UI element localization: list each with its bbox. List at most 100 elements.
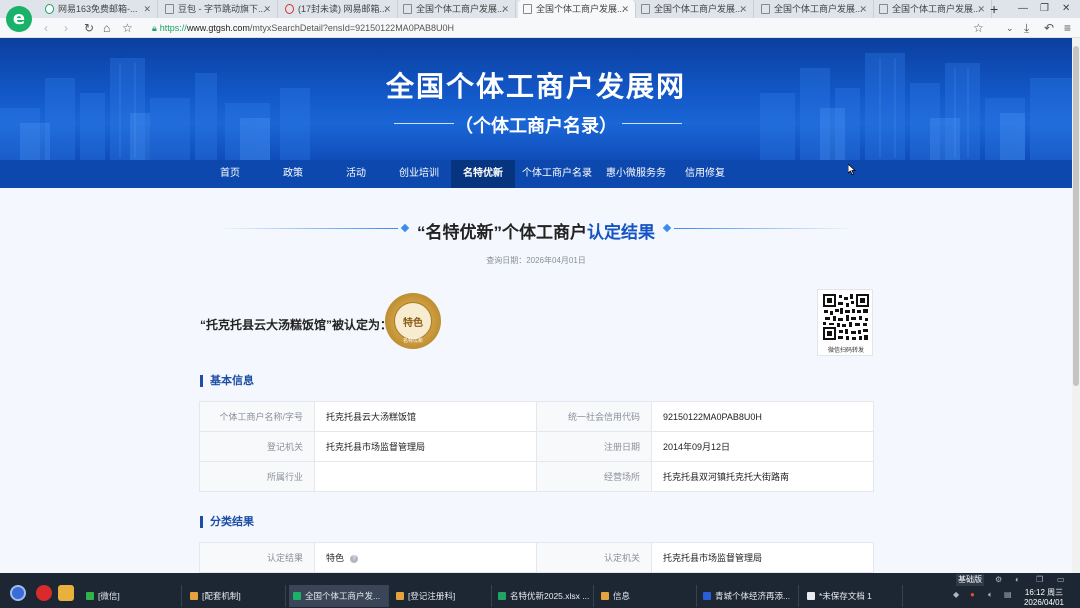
tray-app-icon[interactable]: ● (970, 590, 975, 599)
field-value-text: 托克托县双河镇托克托大街路南 (663, 472, 790, 482)
back-icon[interactable]: ‹ (44, 20, 48, 36)
download-icon[interactable]: ⤓ (1024, 20, 1029, 36)
taskbar-app-icon (396, 592, 404, 600)
tab-favicon-icon (165, 4, 174, 14)
taskbar-item[interactable]: 名特优新2025.xlsx ... (494, 585, 594, 607)
tray-network-icon[interactable]: ▤ (1004, 590, 1012, 599)
taskbar-item[interactable]: 全国个体工商户发... (289, 585, 389, 607)
new-tab-button[interactable]: + (990, 0, 998, 18)
browser-tab[interactable]: 全国个体工商户发展... ✕ (398, 0, 516, 18)
tray-window-icon[interactable]: ❐ (1036, 575, 1043, 584)
qr-code-icon (822, 293, 870, 341)
taskbar-item[interactable]: 信息 (597, 585, 697, 607)
browser-tab[interactable]: 网易163免费邮箱-... ✕ (40, 0, 158, 18)
taskbar-item[interactable]: *未保存文档 1 (803, 585, 903, 607)
scroll-thumb[interactable] (1073, 46, 1079, 386)
undo-icon[interactable]: ↶ (1044, 20, 1054, 36)
nav-item[interactable]: 名特优新 (451, 160, 515, 188)
url-path: /mtyxSearchDetail?ensId=92150122MA0PAB8U… (249, 23, 455, 33)
url-field[interactable]: 🔒︎ https://www.gtgsh.com/mtyxSearchDetail… (152, 21, 972, 36)
clock[interactable]: 16:12 周三 2026/04/01 (1018, 588, 1070, 608)
tray-display-icon[interactable]: ▭ (1057, 575, 1065, 584)
tab-close-icon[interactable]: ✕ (501, 0, 509, 18)
tab-favicon-icon (641, 4, 650, 14)
help-icon[interactable]: ? (350, 554, 359, 563)
classification-table: 认定结果 特色? 认定机关 托克托县市场监督管理局 (199, 542, 874, 573)
field-label: 认定机关 (536, 542, 652, 573)
tray-sync-icon[interactable]: ◐ (1015, 575, 1020, 584)
tray-shield-icon[interactable]: ◆ (953, 590, 959, 599)
tab-close-icon[interactable]: ✕ (977, 0, 985, 18)
nav-item[interactable]: 个体工商户名录 (519, 160, 595, 188)
tab-label: 全国个体工商户发展... (654, 4, 743, 14)
browser-tab[interactable]: 全国个体工商户发展... ✕ (756, 0, 874, 18)
minimize-window-icon[interactable]: — (1018, 0, 1028, 18)
browser-tab[interactable]: 全国个体工商户发展... ✕ (518, 0, 636, 18)
field-value: 特色? (314, 542, 537, 573)
tab-label: 全国个体工商户发展... (416, 4, 505, 14)
url-host: www.gtgsh.com (186, 23, 250, 33)
taskbar-item[interactable]: [登记注册科] (392, 585, 492, 607)
refresh-icon[interactable]: ↻ (84, 20, 94, 36)
field-label: 经营场所 (536, 461, 652, 492)
taskbar-item[interactable]: 青城个体经济再添... (699, 585, 799, 607)
browser-tab[interactable]: (17封未读) 网易邮箱... ✕ (280, 0, 398, 18)
page-scrollbar[interactable] (1072, 38, 1080, 573)
forward-icon[interactable]: › (64, 20, 68, 36)
ime-mode-label[interactable]: 基础版 (956, 574, 984, 586)
tray-settings-icon[interactable]: ⚙ (995, 575, 1002, 584)
certified-statement: “托克托县云大汤糕饭馆”被认定为： (200, 318, 393, 332)
taskbar-item-label: *未保存文档 1 (819, 591, 872, 601)
nav-item[interactable]: 信用修复 (673, 160, 737, 188)
mouse-cursor-icon (848, 164, 856, 175)
address-bar: ‹ › ↻ ⌂ ☆ 🔒︎ https://www.gtgsh.com/mtyxSe… (0, 18, 1080, 38)
secure-lock-icon: 🔒︎ (152, 23, 157, 33)
result-heading: “名特优新”个体工商户认定结果 (0, 218, 1072, 243)
basic-info-table: 个体工商户名称/字号 托克托县云大汤糕饭馆 统一社会信用代码 92150122MA0P… (199, 401, 874, 492)
restore-window-icon[interactable]: ❐ (1040, 0, 1049, 18)
tray-volume-icon[interactable]: 🔈︎ (988, 590, 993, 600)
favorite-star-icon[interactable]: ☆ (973, 20, 984, 36)
app-launcher-icon[interactable] (36, 585, 52, 601)
tab-close-icon[interactable]: ✕ (859, 0, 867, 18)
tab-favicon-icon (879, 4, 888, 14)
basic-info-title: 基本信息 (200, 375, 254, 387)
qr-caption: 微信扫码转发 (827, 348, 864, 354)
browser-tab[interactable]: 全国个体工商户发展... ✕ (636, 0, 754, 18)
field-value-text: 特色 (326, 553, 345, 563)
browser-tab[interactable]: 豆包 - 字节跳动旗下... ✕ (160, 0, 278, 18)
nav-item[interactable]: 惠小微服务务 (599, 160, 673, 188)
tab-close-icon[interactable]: ✕ (739, 0, 747, 18)
tab-label: (17封未读) 网易邮箱... (298, 4, 388, 14)
taskbar-item-label: 名特优新2025.xlsx ... (510, 591, 590, 601)
result-heading-prefix: “名特优新”个体工商户 (417, 223, 587, 242)
tab-close-icon[interactable]: ✕ (621, 0, 629, 18)
bookmark-star-icon[interactable]: ☆ (122, 20, 133, 36)
tab-favicon-icon (403, 4, 412, 14)
close-window-icon[interactable]: ✕ (1062, 0, 1070, 18)
taskbar-item-label: [登记注册科] (408, 591, 456, 601)
start-button-icon[interactable] (10, 585, 26, 601)
field-value-text: 托克托县云大汤糕饭馆 (326, 412, 417, 422)
taskbar-app-icon (293, 592, 301, 600)
nav-item[interactable]: 创业培训 (382, 160, 456, 188)
tab-favicon-icon (45, 4, 54, 14)
field-label: 所属行业 (199, 461, 315, 492)
taskbar-item[interactable]: [微信] (82, 585, 182, 607)
badge-ring-text: 名特优新 (402, 338, 423, 344)
tab-close-icon[interactable]: ✕ (143, 0, 151, 18)
field-value-text: 托克托县市场监督管理局 (663, 553, 763, 563)
tab-label: 网易163免费邮箱-... (58, 4, 138, 14)
browser-tab[interactable]: 全国个体工商户发展... ✕ (874, 0, 992, 18)
tab-close-icon[interactable]: ✕ (263, 0, 271, 18)
share-qr-code[interactable]: 微信扫码转发 (817, 289, 873, 356)
badge-text: 特色 (403, 318, 423, 329)
dropdown-chevron-icon[interactable]: ⌄ (1006, 20, 1014, 36)
home-icon[interactable]: ⌂ (103, 20, 110, 36)
menu-icon[interactable]: ≡ (1064, 20, 1071, 36)
tab-close-icon[interactable]: ✕ (383, 0, 391, 18)
browser-logo-icon[interactable]: e (6, 6, 32, 32)
certification-badge: 特色 名特优新 (385, 293, 441, 349)
taskbar-item[interactable]: [配套机制] (186, 585, 286, 607)
file-manager-icon[interactable] (58, 585, 74, 601)
